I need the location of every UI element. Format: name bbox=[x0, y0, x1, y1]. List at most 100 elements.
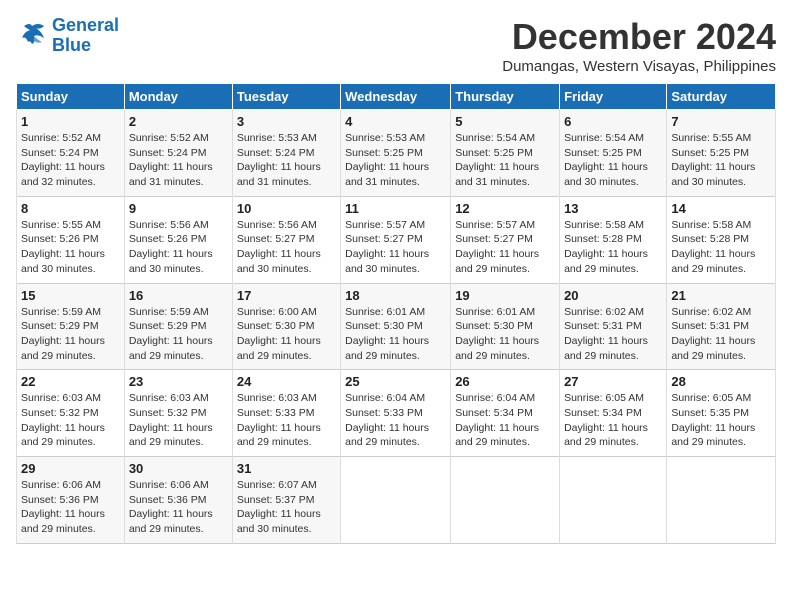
calendar-cell: 19 Sunrise: 6:01 AM Sunset: 5:30 PM Dayl… bbox=[451, 283, 560, 370]
day-number: 29 bbox=[21, 461, 120, 476]
day-detail: Sunrise: 5:54 AM Sunset: 5:25 PM Dayligh… bbox=[564, 131, 662, 190]
calendar-cell: 23 Sunrise: 6:03 AM Sunset: 5:32 PM Dayl… bbox=[124, 370, 232, 457]
logo-icon bbox=[16, 22, 48, 50]
week-row-4: 22 Sunrise: 6:03 AM Sunset: 5:32 PM Dayl… bbox=[17, 370, 776, 457]
day-number: 17 bbox=[237, 288, 336, 303]
day-detail: Sunrise: 5:57 AM Sunset: 5:27 PM Dayligh… bbox=[455, 218, 555, 277]
day-number: 19 bbox=[455, 288, 555, 303]
day-detail: Sunrise: 6:02 AM Sunset: 5:31 PM Dayligh… bbox=[564, 305, 662, 364]
col-thursday: Thursday bbox=[451, 84, 560, 110]
day-number: 2 bbox=[129, 114, 228, 129]
calendar-cell: 25 Sunrise: 6:04 AM Sunset: 5:33 PM Dayl… bbox=[341, 370, 451, 457]
day-detail: Sunrise: 5:54 AM Sunset: 5:25 PM Dayligh… bbox=[455, 131, 555, 190]
day-detail: Sunrise: 5:59 AM Sunset: 5:29 PM Dayligh… bbox=[21, 305, 120, 364]
calendar-cell: 17 Sunrise: 6:00 AM Sunset: 5:30 PM Dayl… bbox=[232, 283, 340, 370]
day-number: 5 bbox=[455, 114, 555, 129]
day-number: 9 bbox=[129, 201, 228, 216]
day-number: 11 bbox=[345, 201, 446, 216]
calendar-table: Sunday Monday Tuesday Wednesday Thursday… bbox=[16, 83, 776, 544]
day-detail: Sunrise: 5:52 AM Sunset: 5:24 PM Dayligh… bbox=[129, 131, 228, 190]
day-detail: Sunrise: 6:02 AM Sunset: 5:31 PM Dayligh… bbox=[671, 305, 771, 364]
week-row-1: 1 Sunrise: 5:52 AM Sunset: 5:24 PM Dayli… bbox=[17, 110, 776, 197]
day-detail: Sunrise: 5:58 AM Sunset: 5:28 PM Dayligh… bbox=[564, 218, 662, 277]
calendar-cell: 6 Sunrise: 5:54 AM Sunset: 5:25 PM Dayli… bbox=[560, 110, 667, 197]
day-detail: Sunrise: 6:01 AM Sunset: 5:30 PM Dayligh… bbox=[345, 305, 446, 364]
day-number: 12 bbox=[455, 201, 555, 216]
calendar-cell bbox=[560, 457, 667, 544]
day-detail: Sunrise: 6:03 AM Sunset: 5:33 PM Dayligh… bbox=[237, 391, 336, 450]
page-header: General Blue December 2024 Dumangas, Wes… bbox=[16, 16, 776, 75]
day-number: 7 bbox=[671, 114, 771, 129]
day-detail: Sunrise: 6:03 AM Sunset: 5:32 PM Dayligh… bbox=[21, 391, 120, 450]
calendar-cell: 3 Sunrise: 5:53 AM Sunset: 5:24 PM Dayli… bbox=[232, 110, 340, 197]
calendar-cell: 20 Sunrise: 6:02 AM Sunset: 5:31 PM Dayl… bbox=[560, 283, 667, 370]
day-number: 3 bbox=[237, 114, 336, 129]
col-wednesday: Wednesday bbox=[341, 84, 451, 110]
day-number: 24 bbox=[237, 374, 336, 389]
week-row-5: 29 Sunrise: 6:06 AM Sunset: 5:36 PM Dayl… bbox=[17, 457, 776, 544]
day-detail: Sunrise: 5:58 AM Sunset: 5:28 PM Dayligh… bbox=[671, 218, 771, 277]
day-number: 27 bbox=[564, 374, 662, 389]
calendar-cell: 13 Sunrise: 5:58 AM Sunset: 5:28 PM Dayl… bbox=[560, 196, 667, 283]
day-number: 23 bbox=[129, 374, 228, 389]
day-number: 1 bbox=[21, 114, 120, 129]
calendar-cell: 11 Sunrise: 5:57 AM Sunset: 5:27 PM Dayl… bbox=[341, 196, 451, 283]
calendar-cell: 2 Sunrise: 5:52 AM Sunset: 5:24 PM Dayli… bbox=[124, 110, 232, 197]
calendar-cell bbox=[667, 457, 776, 544]
day-number: 20 bbox=[564, 288, 662, 303]
day-number: 22 bbox=[21, 374, 120, 389]
day-number: 18 bbox=[345, 288, 446, 303]
title-block: December 2024 Dumangas, Western Visayas,… bbox=[502, 16, 776, 75]
calendar-cell bbox=[341, 457, 451, 544]
calendar-cell: 15 Sunrise: 5:59 AM Sunset: 5:29 PM Dayl… bbox=[17, 283, 125, 370]
calendar-cell: 28 Sunrise: 6:05 AM Sunset: 5:35 PM Dayl… bbox=[667, 370, 776, 457]
calendar-cell: 24 Sunrise: 6:03 AM Sunset: 5:33 PM Dayl… bbox=[232, 370, 340, 457]
day-number: 6 bbox=[564, 114, 662, 129]
week-row-2: 8 Sunrise: 5:55 AM Sunset: 5:26 PM Dayli… bbox=[17, 196, 776, 283]
day-detail: Sunrise: 6:07 AM Sunset: 5:37 PM Dayligh… bbox=[237, 478, 336, 537]
calendar-cell: 29 Sunrise: 6:06 AM Sunset: 5:36 PM Dayl… bbox=[17, 457, 125, 544]
week-row-3: 15 Sunrise: 5:59 AM Sunset: 5:29 PM Dayl… bbox=[17, 283, 776, 370]
day-detail: Sunrise: 6:03 AM Sunset: 5:32 PM Dayligh… bbox=[129, 391, 228, 450]
day-number: 25 bbox=[345, 374, 446, 389]
col-saturday: Saturday bbox=[667, 84, 776, 110]
day-number: 26 bbox=[455, 374, 555, 389]
calendar-cell: 27 Sunrise: 6:05 AM Sunset: 5:34 PM Dayl… bbox=[560, 370, 667, 457]
calendar-cell bbox=[451, 457, 560, 544]
month-title: December 2024 bbox=[502, 16, 776, 58]
calendar-cell: 12 Sunrise: 5:57 AM Sunset: 5:27 PM Dayl… bbox=[451, 196, 560, 283]
calendar-cell: 9 Sunrise: 5:56 AM Sunset: 5:26 PM Dayli… bbox=[124, 196, 232, 283]
day-detail: Sunrise: 5:55 AM Sunset: 5:26 PM Dayligh… bbox=[21, 218, 120, 277]
day-detail: Sunrise: 5:55 AM Sunset: 5:25 PM Dayligh… bbox=[671, 131, 771, 190]
day-number: 4 bbox=[345, 114, 446, 129]
calendar-cell: 5 Sunrise: 5:54 AM Sunset: 5:25 PM Dayli… bbox=[451, 110, 560, 197]
logo: General Blue bbox=[16, 16, 119, 56]
day-number: 10 bbox=[237, 201, 336, 216]
calendar-cell: 21 Sunrise: 6:02 AM Sunset: 5:31 PM Dayl… bbox=[667, 283, 776, 370]
day-detail: Sunrise: 5:56 AM Sunset: 5:27 PM Dayligh… bbox=[237, 218, 336, 277]
day-number: 28 bbox=[671, 374, 771, 389]
day-detail: Sunrise: 5:59 AM Sunset: 5:29 PM Dayligh… bbox=[129, 305, 228, 364]
calendar-cell: 31 Sunrise: 6:07 AM Sunset: 5:37 PM Dayl… bbox=[232, 457, 340, 544]
calendar-cell: 30 Sunrise: 6:06 AM Sunset: 5:36 PM Dayl… bbox=[124, 457, 232, 544]
day-detail: Sunrise: 6:05 AM Sunset: 5:34 PM Dayligh… bbox=[564, 391, 662, 450]
logo-text: General Blue bbox=[52, 16, 119, 56]
col-monday: Monday bbox=[124, 84, 232, 110]
day-number: 15 bbox=[21, 288, 120, 303]
calendar-cell: 1 Sunrise: 5:52 AM Sunset: 5:24 PM Dayli… bbox=[17, 110, 125, 197]
day-detail: Sunrise: 5:57 AM Sunset: 5:27 PM Dayligh… bbox=[345, 218, 446, 277]
day-detail: Sunrise: 5:52 AM Sunset: 5:24 PM Dayligh… bbox=[21, 131, 120, 190]
col-sunday: Sunday bbox=[17, 84, 125, 110]
day-detail: Sunrise: 6:06 AM Sunset: 5:36 PM Dayligh… bbox=[21, 478, 120, 537]
calendar-cell: 22 Sunrise: 6:03 AM Sunset: 5:32 PM Dayl… bbox=[17, 370, 125, 457]
day-detail: Sunrise: 6:00 AM Sunset: 5:30 PM Dayligh… bbox=[237, 305, 336, 364]
calendar-cell: 16 Sunrise: 5:59 AM Sunset: 5:29 PM Dayl… bbox=[124, 283, 232, 370]
calendar-header-row: Sunday Monday Tuesday Wednesday Thursday… bbox=[17, 84, 776, 110]
calendar-cell: 4 Sunrise: 5:53 AM Sunset: 5:25 PM Dayli… bbox=[341, 110, 451, 197]
day-number: 30 bbox=[129, 461, 228, 476]
day-detail: Sunrise: 6:04 AM Sunset: 5:34 PM Dayligh… bbox=[455, 391, 555, 450]
day-number: 21 bbox=[671, 288, 771, 303]
day-detail: Sunrise: 5:56 AM Sunset: 5:26 PM Dayligh… bbox=[129, 218, 228, 277]
calendar-cell: 18 Sunrise: 6:01 AM Sunset: 5:30 PM Dayl… bbox=[341, 283, 451, 370]
day-detail: Sunrise: 6:05 AM Sunset: 5:35 PM Dayligh… bbox=[671, 391, 771, 450]
